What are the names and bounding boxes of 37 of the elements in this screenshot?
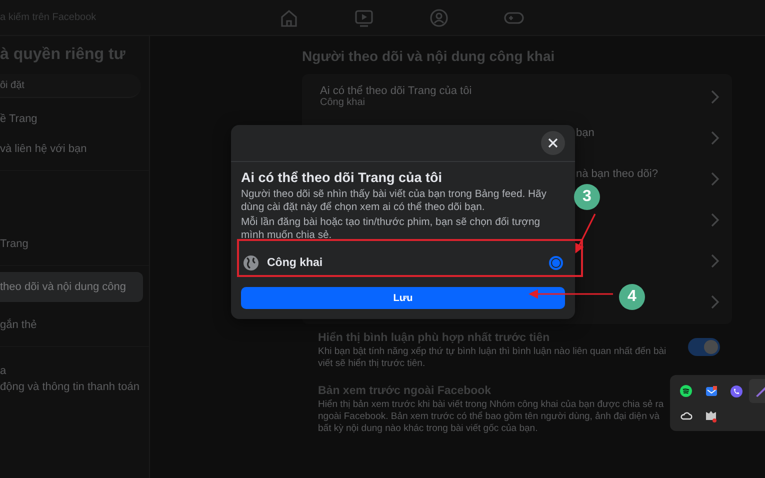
sidebar-item[interactable]: Trang xyxy=(0,229,143,259)
close-button[interactable] xyxy=(541,131,565,155)
chevron-icon[interactable] xyxy=(710,252,720,268)
sidebar-text: động và thông tin thanh toán xyxy=(0,381,140,393)
chevron-icon[interactable] xyxy=(710,88,720,104)
sidebar-item[interactable]: ề Trang xyxy=(0,104,143,134)
radio-button[interactable] xyxy=(549,256,563,270)
shield-app-icon[interactable] xyxy=(705,410,717,422)
sidebar-text: a xyxy=(0,365,8,377)
toggle-switch[interactable] xyxy=(688,338,720,356)
setting-description: Hiển thị bản xem trước khi bài viết trong Nhóm công khai của bạn được chia sẻ ra ngoài Facebook. Bản xem trước có thể bao gồm tên người dùng, ảnh đại diện và bất kỳ nội dung nào khác trong bài viết gốc của bạn. xyxy=(318,398,665,436)
setting-title[interactable]: Ai có thể theo dõi Trang của tôi xyxy=(320,85,710,97)
cloud-icon[interactable] xyxy=(680,411,692,421)
video-icon[interactable] xyxy=(352,8,376,28)
sidebar-item[interactable]: gắn thẻ xyxy=(0,310,143,340)
chevron-icon[interactable] xyxy=(710,130,720,146)
arrow xyxy=(575,214,596,254)
setting-title[interactable]: nà bạn theo dõi? xyxy=(576,168,710,180)
music-app-icon[interactable] xyxy=(680,385,692,397)
chevron-icon[interactable] xyxy=(710,212,720,228)
setting-description: Khi bạn bật tính năng xếp thứ tự bình luận thì bình luận nào liên quan nhất đến bài viết sẽ hiển thị trước tiên. xyxy=(318,346,668,371)
option-label: Công khai xyxy=(267,257,324,269)
dialog-title: Ai có thể theo dõi Trang của tôi xyxy=(241,170,444,185)
dialog-text: Mỗi lần đăng bài hoặc tạo tin/thước phim, bạn sẽ chọn đối tượng mình muốn chia sẻ. xyxy=(241,216,542,242)
chevron-icon[interactable] xyxy=(710,170,720,186)
save-button[interactable]: Lưu xyxy=(241,287,565,309)
sidebar-item[interactable]: theo dõi và nội dung công xyxy=(0,272,143,302)
close-icon xyxy=(548,138,558,148)
setting-title[interactable]: bạn xyxy=(576,126,710,138)
phone-app-icon[interactable] xyxy=(730,384,742,398)
sidebar-item[interactable]: và liên hệ với bạn xyxy=(0,134,143,164)
people-icon[interactable] xyxy=(427,8,451,28)
dialog-text: Người theo dõi sẽ nhìn thấy bài viết của bạn trong Bảng feed. Hãy dùng cài đặt này để chọn xem ai có thể theo dõi bạn. xyxy=(241,188,548,214)
setting-value: Công khai xyxy=(320,97,366,108)
chevron-icon[interactable] xyxy=(710,294,720,310)
mail-app-icon[interactable] xyxy=(704,384,718,398)
globe-icon xyxy=(243,255,259,271)
